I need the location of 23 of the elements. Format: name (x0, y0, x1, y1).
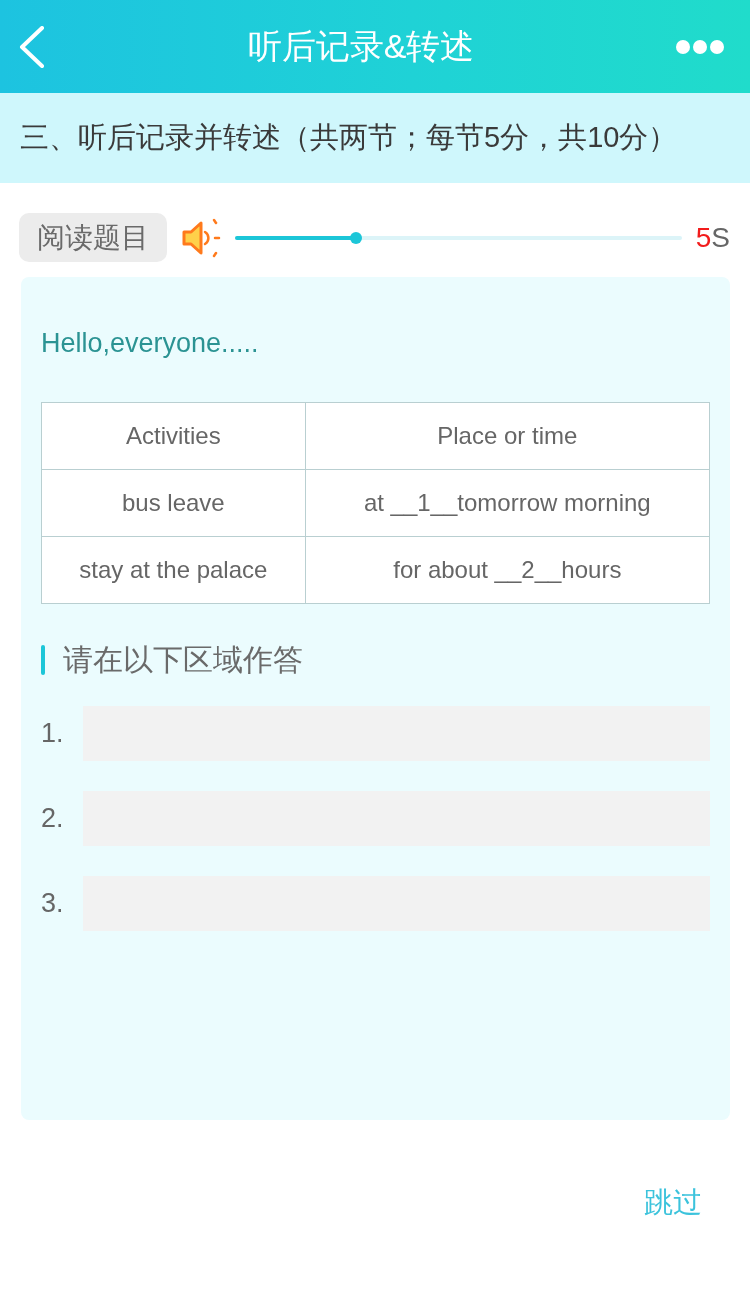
table-cell: at __1__tomorrow morning (305, 469, 710, 537)
countdown-value: 5 (695, 221, 712, 254)
answer-number: 2. (41, 803, 65, 834)
table-cell: for about __2__hours (305, 536, 710, 604)
heading-accent-bar (41, 645, 45, 675)
read-question-button[interactable]: 阅读题目 (19, 213, 167, 262)
section-title: 三、听后记录并转述（共两节；每节5分，共10分） (20, 120, 678, 155)
table-cell: stay at the palace (41, 536, 306, 604)
answer-number: 1. (41, 718, 65, 749)
speaker-icon[interactable] (181, 217, 221, 258)
answer-number: 3. (41, 888, 65, 919)
more-button[interactable] (676, 39, 724, 54)
table-header-cell: Activities (41, 402, 306, 470)
countdown-unit: S (711, 221, 730, 254)
table-header-cell: Place or time (305, 402, 710, 470)
audio-progress-thumb[interactable] (349, 231, 362, 244)
back-button[interactable] (18, 25, 46, 68)
table-cell: bus leave (41, 469, 306, 537)
back-icon (18, 25, 46, 68)
more-icon (676, 39, 724, 54)
answer-area-heading: 请在以下区域作答 (63, 642, 303, 678)
page-title: 听后记录&转述 (247, 25, 475, 67)
passage-intro: Hello,everyone..... (41, 327, 259, 360)
